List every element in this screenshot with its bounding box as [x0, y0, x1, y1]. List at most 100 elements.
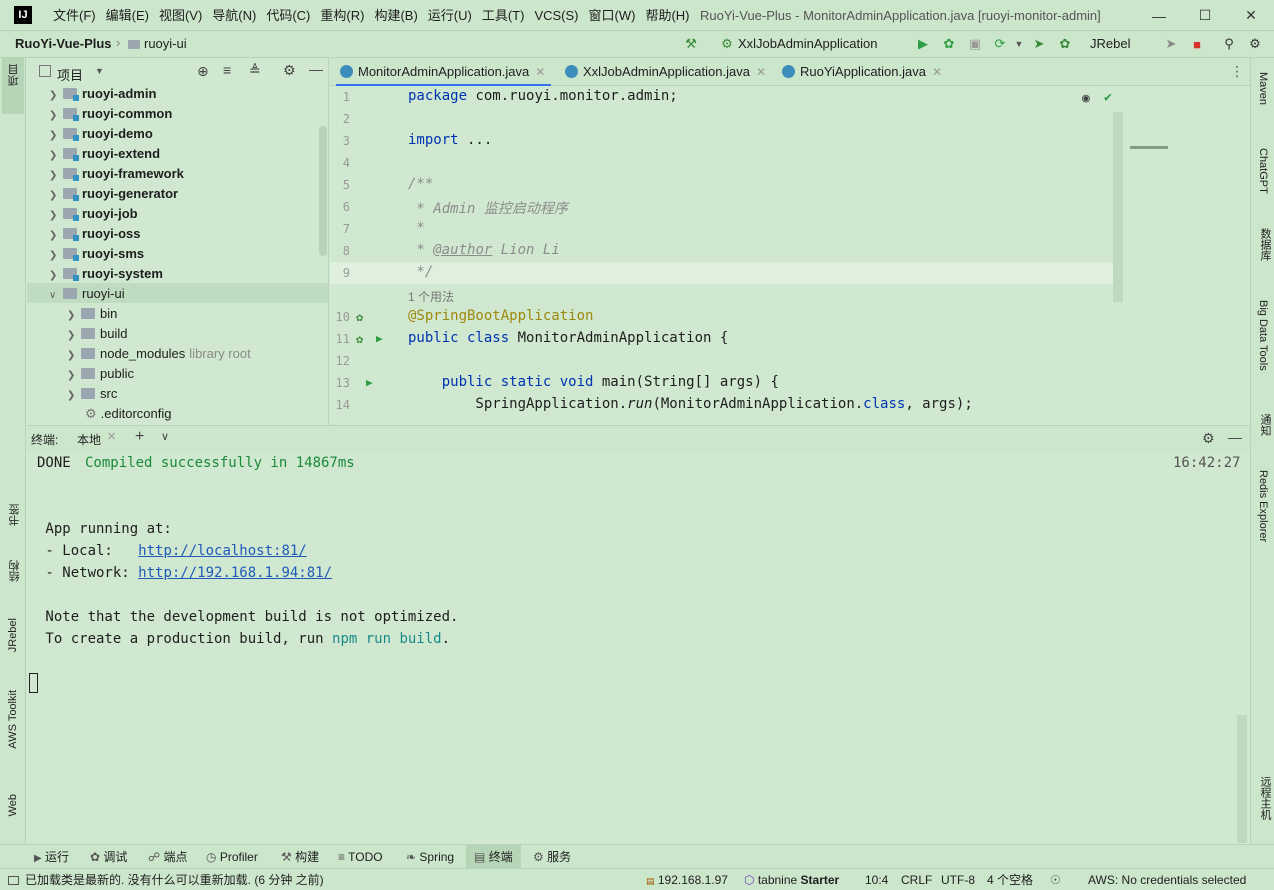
caret-position[interactable]: 10:4	[865, 869, 888, 890]
aws-credentials-status[interactable]: AWS: No credentials selected	[1088, 869, 1246, 890]
spring-bean-gutter-icon[interactable]: ✿	[356, 332, 363, 346]
bookmarks-tool-button[interactable]: 书签	[7, 504, 23, 526]
tree-item-ruoyi-oss[interactable]: ❯ ruoyi-oss	[49, 224, 141, 244]
tree-item-ruoyi-admin[interactable]: ❯ ruoyi-admin	[49, 84, 156, 104]
expand-chevron-icon[interactable]: ❯	[49, 86, 63, 106]
tool-build[interactable]: ⚒ 构建	[281, 845, 319, 869]
hide-panel-icon[interactable]: —	[309, 61, 323, 77]
minimize-icon[interactable]: —	[1136, 0, 1182, 31]
expand-chevron-icon[interactable]: ❯	[49, 146, 63, 166]
reader-mode-icon[interactable]: ◉	[1082, 91, 1090, 106]
build-hammer-icon[interactable]: ⚒	[684, 36, 698, 51]
expand-chevron-icon[interactable]: ❯	[49, 226, 63, 246]
more-run-chevron-icon[interactable]: ▼	[1012, 37, 1026, 51]
maven-tool-button[interactable]: Maven	[1257, 72, 1269, 105]
redis-explorer-tool-button[interactable]: Redis Explorer	[1257, 470, 1269, 542]
run-icon[interactable]: ▶	[916, 36, 930, 51]
jrebel-run-icon[interactable]: ➤	[1032, 36, 1046, 51]
tab-options-icon[interactable]: ⋮	[1230, 63, 1244, 80]
tool-terminal[interactable]: ▤ 终端	[466, 845, 521, 869]
lock-icon[interactable]: ☉	[1050, 869, 1061, 890]
close-tab-icon[interactable]: ✕	[535, 65, 545, 79]
expand-chevron-icon[interactable]: ❯	[49, 246, 63, 266]
terminal-tab-local[interactable]: 本地	[77, 431, 101, 448]
profile-icon[interactable]: ⟳	[993, 36, 1007, 51]
expand-chevron-icon[interactable]: ❯	[49, 106, 63, 126]
tree-item-ruoyi-common[interactable]: ❯ ruoyi-common	[49, 104, 172, 124]
expand-chevron-icon[interactable]: ❯	[49, 266, 63, 286]
tree-item-ruoyi-ui[interactable]: ∨ ruoyi-ui	[49, 284, 125, 304]
view-selector-chevron-icon[interactable]: ▼	[95, 66, 104, 76]
breadcrumb-project[interactable]: RuoYi-Vue-Plus	[15, 36, 112, 51]
expand-chevron-icon[interactable]: ❯	[67, 326, 81, 346]
tree-item-ruoyi-generator[interactable]: ❯ ruoyi-generator	[49, 184, 178, 204]
chatgpt-tool-button[interactable]: ChatGPT	[1257, 148, 1269, 194]
sftp-host[interactable]: ▤ 192.168.1.97	[646, 869, 728, 890]
tool-debug[interactable]: ✿ 调试	[90, 845, 127, 869]
tabnine-status[interactable]: ⬡ tabnine Starter	[744, 869, 839, 890]
menu-build[interactable]: 构建(B)	[369, 0, 422, 31]
close-tab-icon[interactable]: ✕	[932, 65, 942, 79]
tree-item-ruoyi-system[interactable]: ❯ ruoyi-system	[49, 264, 163, 284]
collapse-all-icon[interactable]: ≜	[249, 62, 261, 79]
menu-window[interactable]: 窗口(W)	[584, 0, 641, 31]
close-tab-icon[interactable]: ✕	[756, 65, 766, 79]
tool-spring[interactable]: ❧ Spring	[406, 845, 454, 869]
expand-chevron-icon[interactable]: ❯	[49, 206, 63, 226]
maximize-icon[interactable]: ☐	[1182, 0, 1228, 31]
terminal-output[interactable]: DONE Compiled successfully in 14867ms 16…	[27, 451, 1250, 844]
menu-file[interactable]: 文件(F)	[48, 0, 101, 31]
npm-build-command[interactable]: npm run build	[332, 631, 442, 647]
breadcrumb-module[interactable]: ruoyi-ui	[128, 36, 187, 51]
jrebel-tool-button[interactable]: JRebel	[7, 618, 19, 652]
tool-endpoints[interactable]: ☍ 端点	[148, 845, 188, 869]
coverage-icon[interactable]: ▣	[968, 36, 982, 51]
notifications-tool-button[interactable]: 通知	[1257, 414, 1273, 436]
usage-hint[interactable]: 1 个用法	[408, 288, 454, 305]
jrebel-sync-icon[interactable]: ➤	[1164, 36, 1178, 51]
tool-profiler[interactable]: ◷ Profiler	[206, 845, 258, 869]
new-terminal-icon[interactable]: +	[135, 428, 144, 446]
menu-edit[interactable]: 编辑(E)	[101, 0, 154, 31]
indent-setting[interactable]: 4 个空格	[987, 869, 1033, 890]
expand-chevron-icon[interactable]: ❯	[67, 386, 81, 406]
hide-terminal-icon[interactable]: —	[1228, 429, 1242, 445]
expand-chevron-icon[interactable]: ❯	[67, 366, 81, 386]
expand-chevron-icon[interactable]: ❯	[49, 166, 63, 186]
status-message[interactable]: 已加载类是最新的. 没有什么可以重新加载. (6 分钟 之前)	[8, 869, 324, 890]
tree-item-bin[interactable]: ❯ bin	[67, 304, 117, 324]
close-terminal-tab-icon[interactable]: ✕	[107, 430, 116, 443]
menu-refactor[interactable]: 重构(R)	[315, 0, 369, 31]
project-panel-title[interactable]: 项目	[57, 65, 83, 84]
terminal-settings-icon[interactable]: ⚙	[1202, 430, 1215, 447]
tree-item-ruoyi-sms[interactable]: ❯ ruoyi-sms	[49, 244, 144, 264]
expand-chevron-icon[interactable]: ❯	[67, 306, 81, 326]
tool-todo[interactable]: ≡ TODO	[338, 845, 383, 869]
aws-toolkit-tool-button[interactable]: AWS Toolkit	[7, 690, 19, 749]
big-data-tools-button[interactable]: Big Data Tools	[1257, 300, 1269, 371]
tree-item-build[interactable]: ❯ build	[67, 324, 127, 344]
tool-run[interactable]: ▶ 运行	[34, 845, 69, 869]
menu-code[interactable]: 代码(C)	[261, 0, 315, 31]
file-encoding[interactable]: UTF-8	[941, 869, 975, 890]
tree-item-ruoyi-extend[interactable]: ❯ ruoyi-extend	[49, 144, 160, 164]
settings-icon[interactable]: ⚙	[1248, 36, 1262, 51]
network-url-link[interactable]: http://192.168.1.94:81/	[138, 565, 332, 581]
collapse-chevron-icon[interactable]: ∨	[49, 286, 63, 306]
search-icon[interactable]: ⚲	[1222, 36, 1236, 51]
run-gutter-icon[interactable]: ▶	[376, 332, 383, 345]
menu-tools[interactable]: 工具(T)	[477, 0, 530, 31]
close-icon[interactable]: ✕	[1228, 0, 1274, 31]
tree-item-ruoyi-framework[interactable]: ❯ ruoyi-framework	[49, 164, 184, 184]
web-tool-button[interactable]: Web	[7, 794, 19, 816]
spring-bean-gutter-icon[interactable]: ✿	[356, 310, 363, 324]
debug-icon[interactable]: ✿	[942, 36, 956, 51]
editor-tab-monitoradmin[interactable]: MonitorAdminApplication.java ✕	[340, 58, 545, 86]
database-tool-button[interactable]: 数据库	[1257, 228, 1273, 261]
editor-scrollbar[interactable]	[1113, 112, 1123, 302]
project-tool-button[interactable]: 项目	[2, 58, 24, 114]
terminal-scrollbar[interactable]	[1237, 715, 1247, 843]
structure-tool-button[interactable]: 结构	[7, 560, 23, 582]
menu-view[interactable]: 视图(V)	[154, 0, 207, 31]
tree-item-src[interactable]: ❯ src	[67, 384, 117, 404]
